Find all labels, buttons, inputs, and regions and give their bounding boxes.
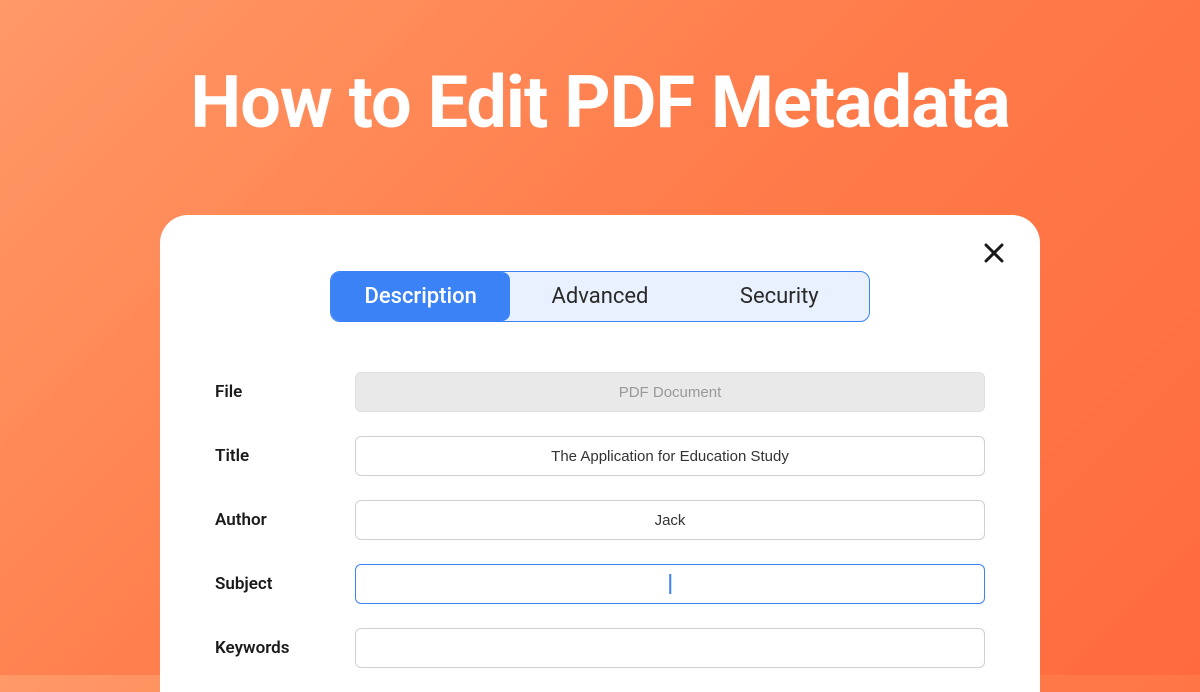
title-label: Title — [215, 446, 355, 466]
close-button[interactable] — [978, 237, 1010, 269]
keywords-field[interactable] — [355, 628, 985, 668]
file-field — [355, 372, 985, 412]
subject-row: Subject — [215, 564, 985, 604]
title-row: Title — [215, 436, 985, 476]
metadata-dialog: Description Advanced Security File Title… — [160, 215, 1040, 692]
keywords-label: Keywords — [215, 638, 355, 658]
page-title: How to Edit PDF Metadata — [0, 0, 1200, 145]
author-label: Author — [215, 510, 355, 530]
tab-description[interactable]: Description — [331, 272, 510, 321]
file-row: File — [215, 372, 985, 412]
tab-group: Description Advanced Security — [330, 271, 870, 322]
author-row: Author — [215, 500, 985, 540]
subject-label: Subject — [215, 574, 355, 594]
close-icon — [982, 241, 1006, 265]
author-field[interactable] — [355, 500, 985, 540]
tab-advanced[interactable]: Advanced — [510, 272, 689, 321]
text-cursor — [669, 574, 671, 594]
file-label: File — [215, 382, 355, 402]
keywords-row: Keywords — [215, 628, 985, 668]
title-field[interactable] — [355, 436, 985, 476]
tab-security[interactable]: Security — [690, 272, 869, 321]
